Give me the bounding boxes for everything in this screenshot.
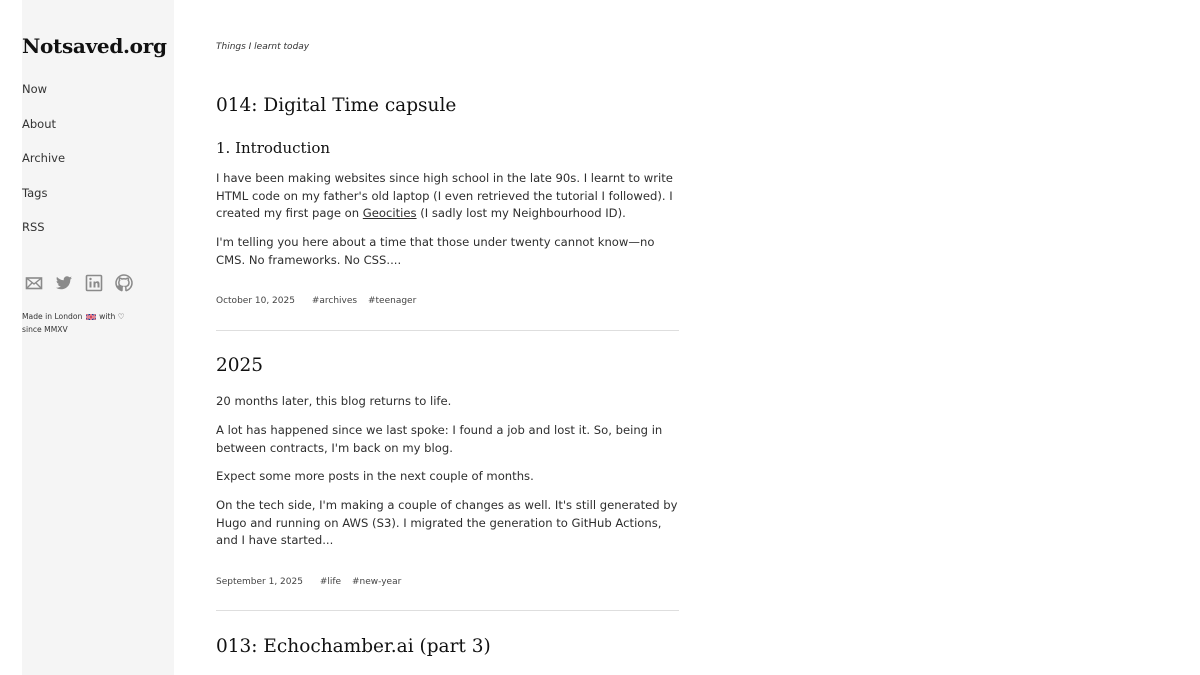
post-paragraph: On the tech side, I'm making a couple of…: [216, 498, 678, 547]
post-title: 014: Digital Time capsule: [216, 95, 456, 116]
post-meta: September 1, 2025 #life #new-year: [216, 577, 409, 587]
sidebar: Notsaved.org Now About Archive Tags RSS …: [22, 0, 174, 675]
tag-link-life[interactable]: #life: [320, 577, 341, 587]
site-tagline: Things I learnt today: [216, 42, 310, 52]
tag-link-archives[interactable]: #archives: [312, 296, 357, 306]
post-meta: October 10, 2025 #archives #teenager: [216, 296, 424, 306]
post-paragraph: 20 months later, this blog returns to li…: [216, 394, 452, 408]
post-paragraph: I have been making websites since high s…: [216, 170, 679, 223]
nav-item-archive: Archive: [22, 149, 65, 184]
nav-item-about: About: [22, 115, 65, 150]
social-links: [25, 274, 133, 292]
nav-link-now[interactable]: Now: [22, 82, 47, 96]
since-text: since MMXV: [22, 324, 68, 334]
linkedin-icon[interactable]: [85, 274, 103, 292]
tag-link-teenager[interactable]: #teenager: [368, 296, 416, 306]
with-text: with: [99, 312, 116, 321]
tag-link-new-year[interactable]: #new-year: [352, 577, 401, 587]
twitter-icon[interactable]: [55, 274, 73, 292]
nav-link-about[interactable]: About: [22, 117, 56, 131]
paragraph-text: (I sadly lost my Neighbourhood ID).: [416, 206, 626, 220]
uk-flag-icon: [85, 314, 96, 320]
nav-item-tags: Tags: [22, 184, 65, 219]
nav-link-rss[interactable]: RSS: [22, 220, 45, 234]
made-in-text: Made in London: [22, 312, 83, 321]
post-subheading: 1. Introduction: [216, 139, 331, 157]
made-in-footer: Made in London with ♡ since MMXV: [22, 311, 125, 336]
post-title-link[interactable]: 2025: [216, 355, 263, 376]
post-divider: [216, 330, 679, 331]
geocities-link[interactable]: Geocities: [363, 206, 417, 220]
post-title-link[interactable]: 014: Digital Time capsule: [216, 95, 456, 116]
site-title[interactable]: Notsaved.org: [22, 34, 167, 58]
nav-item-rss: RSS: [22, 218, 65, 253]
post-paragraph: I'm telling you here about a time that t…: [216, 235, 655, 267]
mail-icon[interactable]: [25, 274, 43, 292]
post-title: 2025: [216, 355, 263, 376]
post-title: 013: Echochamber.ai (part 3): [216, 636, 491, 657]
post-title-link[interactable]: 013: Echochamber.ai (part 3): [216, 636, 491, 657]
nav-item-now: Now: [22, 80, 65, 115]
github-icon[interactable]: [115, 274, 133, 292]
post-date: September 1, 2025: [216, 577, 303, 587]
post-divider: [216, 610, 679, 611]
post-paragraph: Expect some more posts in the next coupl…: [216, 469, 534, 483]
heart-icon: ♡: [117, 312, 125, 321]
post-paragraph: A lot has happened since we last spoke: …: [216, 423, 663, 455]
sidebar-nav: Now About Archive Tags RSS: [22, 80, 65, 253]
nav-link-tags[interactable]: Tags: [22, 186, 47, 200]
nav-link-archive[interactable]: Archive: [22, 151, 65, 165]
post-date: October 10, 2025: [216, 296, 295, 306]
